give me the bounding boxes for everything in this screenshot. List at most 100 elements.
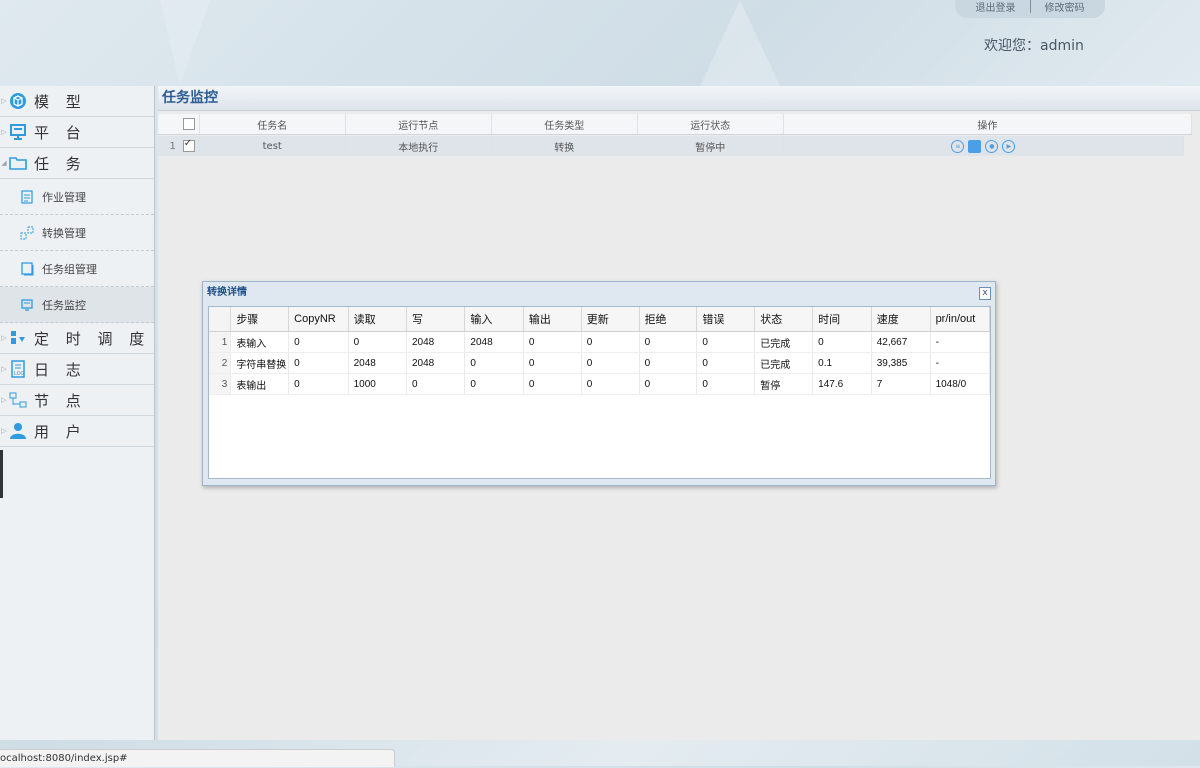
cell-speed: 7	[871, 373, 931, 395]
cell-status: 暂停	[754, 373, 814, 395]
folder-icon	[8, 153, 28, 173]
table-row[interactable]: 1 test 本地执行 转换 暂停中 ≡ ● ▶	[158, 136, 1184, 156]
cell-input: 0	[464, 373, 524, 395]
stop-icon[interactable]: ●	[985, 139, 999, 153]
header-rownum	[209, 307, 232, 332]
cell-write: 2048	[406, 352, 466, 374]
schedule-icon	[8, 328, 28, 348]
cube-icon	[8, 91, 28, 111]
column-header[interactable]: 操作	[784, 114, 1193, 134]
row-number: 1	[169, 140, 176, 152]
play-icon[interactable]: ▶	[1002, 139, 1016, 153]
table-row[interactable]: 2 字符串替换 0 2048 2048 0 0 0 0 0 已完成 0.1 39…	[209, 352, 991, 374]
sidebar: ▷ 模 型 ▷ 平 台 ◢ 任 务 作业管理 转换管理 任务组管理 任务监控 ▷…	[0, 86, 155, 740]
cell-rejected: 0	[639, 352, 698, 374]
row-actions: ≡ ● ▶	[784, 136, 1184, 156]
row-checkbox-cell	[179, 136, 200, 156]
column-header[interactable]: 写	[406, 307, 466, 332]
column-header[interactable]: 读取	[348, 307, 408, 332]
clipboard-icon	[20, 189, 34, 204]
cell-errors: 0	[696, 373, 756, 395]
sidebar-item-label: 模 型	[34, 92, 87, 111]
select-all-checkbox[interactable]	[182, 118, 195, 130]
browser-status-bar: ocalhost:8080/index.jsp#	[0, 749, 395, 767]
cell-time: 0	[812, 331, 872, 353]
cell-update: 0	[581, 352, 640, 374]
column-header[interactable]: 输入	[464, 307, 524, 332]
header-decoration	[160, 0, 210, 86]
sidebar-item-task[interactable]: ◢ 任 务	[0, 148, 154, 179]
expand-arrow-icon: ▷	[1, 396, 7, 404]
dialog-body: 步骤 CopyNR 读取 写 输入 输出 更新 拒绝 错误 状态 时间 速度 p…	[208, 306, 991, 479]
cell-read: 0	[348, 331, 408, 353]
sidebar-resize-handle[interactable]	[0, 450, 3, 498]
column-header[interactable]: 错误	[696, 307, 756, 332]
log-icon[interactable]	[968, 139, 982, 153]
change-password-link[interactable]: 修改密码	[1045, 0, 1085, 14]
expand-arrow-icon: ▷	[1, 427, 7, 435]
cell-update: 0	[581, 373, 640, 395]
sidebar-item-platform[interactable]: ▷ 平 台	[0, 117, 154, 148]
column-header[interactable]: pr/in/out	[930, 307, 991, 332]
sidebar-subitem-job-management[interactable]: 作业管理	[0, 179, 154, 215]
cell-output: 0	[523, 352, 582, 374]
row-number: 3	[209, 373, 232, 395]
node-icon	[8, 390, 28, 410]
select-all-checkbox-cell	[179, 114, 200, 134]
user-icon	[8, 421, 28, 441]
sidebar-subitem-transform-management[interactable]: 转换管理	[0, 215, 154, 251]
sidebar-subitem-label: 作业管理	[42, 190, 86, 204]
table-row[interactable]: 3 表输出 0 1000 0 0 0 0 0 0 暂停 147.6 7 1048…	[209, 373, 991, 395]
row-number: 2	[209, 352, 232, 374]
expand-arrow-icon: ▷	[1, 128, 7, 136]
row-checkbox[interactable]	[182, 138, 195, 152]
cell-time: 147.6	[812, 373, 872, 395]
cell-errors: 0	[696, 352, 756, 374]
transform-icon	[20, 226, 34, 240]
column-header[interactable]: 运行状态	[638, 114, 784, 134]
column-header[interactable]: 速度	[871, 307, 931, 332]
step-metrics-table: 步骤 CopyNR 读取 写 输入 输出 更新 拒绝 错误 状态 时间 速度 p…	[209, 307, 991, 395]
cell-step: 表输出	[230, 373, 290, 395]
cell-copynr: 0	[288, 331, 349, 353]
column-header[interactable]: 任务类型	[492, 114, 638, 134]
sidebar-subitem-task-monitor[interactable]: 任务监控	[0, 287, 154, 323]
welcome-text: 欢迎您：admin	[984, 38, 1084, 54]
expand-arrow-icon: ▷	[1, 97, 7, 105]
column-header[interactable]: 运行节点	[346, 114, 492, 134]
sidebar-item-log[interactable]: ▷ LOG 日 志	[0, 354, 154, 385]
cell-pr-in-out: 1048/0	[930, 373, 991, 395]
column-header[interactable]: 更新	[581, 307, 640, 332]
cell-output: 0	[523, 331, 582, 353]
column-header[interactable]: 任务名	[200, 114, 346, 134]
sidebar-subitem-taskgroup-management[interactable]: 任务组管理	[0, 251, 154, 287]
cell-input: 0	[464, 352, 524, 374]
group-icon	[20, 261, 34, 276]
sidebar-item-schedule[interactable]: ▷ 定 时 调 度	[0, 323, 154, 354]
column-header[interactable]: 状态	[754, 307, 814, 332]
task-name: test	[200, 136, 346, 156]
link-separator	[1029, 0, 1031, 13]
close-icon[interactable]: x	[979, 287, 991, 300]
column-header[interactable]: 拒绝	[639, 307, 698, 332]
column-header[interactable]: 输出	[523, 307, 582, 332]
sidebar-item-label: 平 台	[34, 123, 87, 142]
cell-copynr: 0	[288, 373, 349, 395]
column-header[interactable]: 步骤	[230, 307, 290, 332]
sidebar-item-user[interactable]: ▷ 用 户	[0, 416, 154, 447]
sidebar-item-node[interactable]: ▷ 节 点	[0, 385, 154, 416]
column-header[interactable]: 时间	[812, 307, 872, 332]
sidebar-item-model[interactable]: ▷ 模 型	[0, 86, 154, 117]
sidebar-subitem-label: 任务组管理	[42, 262, 97, 276]
monitor-icon	[20, 298, 34, 312]
page-title: 任务监控	[158, 86, 1200, 111]
cell-copynr: 0	[288, 352, 349, 374]
cell-status: 已完成	[754, 352, 814, 374]
column-header[interactable]: CopyNR	[288, 307, 349, 332]
logout-link[interactable]: 退出登录	[976, 0, 1016, 14]
cell-write: 2048	[406, 331, 466, 353]
cell-read: 2048	[348, 352, 408, 374]
detail-icon[interactable]: ≡	[951, 139, 965, 153]
table-row[interactable]: 1 表输入 0 0 2048 2048 0 0 0 0 已完成 0 42,667…	[209, 331, 991, 353]
sidebar-item-label: 任 务	[34, 154, 87, 173]
